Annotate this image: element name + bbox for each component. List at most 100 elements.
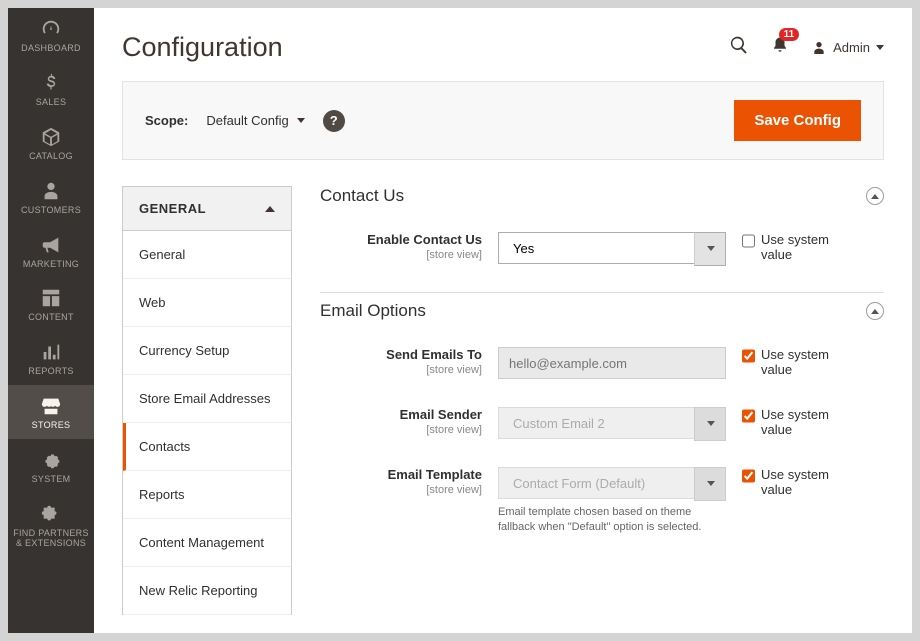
gauge-icon (40, 18, 62, 40)
collapse-icon (866, 302, 884, 320)
use-system-checkbox[interactable] (742, 234, 755, 248)
tab-reports[interactable]: Reports (123, 471, 291, 519)
select-wrap: Yes (498, 232, 726, 264)
tab-list: General Web Currency Setup Store Email A… (122, 231, 292, 615)
nav-dashboard[interactable]: DASHBOARD (8, 8, 94, 62)
section-email-options-header[interactable]: Email Options (320, 301, 884, 333)
nav-sales[interactable]: SALES (8, 62, 94, 116)
use-system-value[interactable]: Use system value (742, 347, 852, 377)
field-label-text: Email Sender (320, 407, 482, 422)
select-wrap: Contact Form (Default) (498, 467, 726, 499)
field-control: Custom Email 2 (498, 407, 726, 439)
field-control: Yes (498, 232, 726, 264)
person-icon (40, 180, 62, 202)
field-email-sender: Email Sender [store view] Custom Email 2 (320, 393, 884, 453)
tab-content-management[interactable]: Content Management (123, 519, 291, 567)
nav-label: STORES (32, 421, 71, 431)
nav-marketing[interactable]: MARKETING (8, 224, 94, 278)
nav-label: CUSTOMERS (21, 206, 81, 216)
field-label: Email Template [store view] (320, 467, 498, 496)
nav-system[interactable]: SYSTEM (8, 439, 94, 493)
scope-selector[interactable]: Default Config (206, 113, 304, 128)
config-content: GENERAL General Web Currency Setup Store… (122, 186, 884, 615)
nav-label: FIND PARTNERS & EXTENSIONS (12, 529, 90, 549)
chevron-down-icon (297, 118, 305, 123)
nav-partners[interactable]: FIND PARTNERS & EXTENSIONS (8, 493, 94, 557)
field-label: Send Emails To [store view] (320, 347, 498, 376)
field-email-template: Email Template [store view] Contact Form… (320, 453, 884, 550)
page-title: Configuration (122, 32, 729, 63)
use-system-label: Use system value (761, 347, 852, 377)
field-label: Enable Contact Us [store view] (320, 232, 498, 261)
tab-group-general[interactable]: GENERAL (122, 186, 292, 231)
layout-icon (40, 287, 62, 309)
section-title: Email Options (320, 301, 426, 321)
chevron-down-icon (876, 45, 884, 50)
nav-customers[interactable]: CUSTOMERS (8, 170, 94, 224)
select-wrap: Custom Email 2 (498, 407, 726, 439)
field-label: Email Sender [store view] (320, 407, 498, 436)
notifications-button[interactable]: 11 (771, 36, 789, 59)
nav-reports[interactable]: REPORTS (8, 331, 94, 385)
field-scope: [store view] (320, 249, 482, 261)
user-icon (811, 40, 827, 56)
nav-label: MARKETING (23, 260, 79, 270)
field-control (498, 347, 726, 379)
scope-label: Scope: (145, 113, 188, 128)
nav-stores[interactable]: STORES (8, 385, 94, 439)
dollar-icon (40, 72, 62, 94)
tab-web[interactable]: Web (123, 279, 291, 327)
tab-contacts[interactable]: Contacts (123, 423, 291, 471)
box-icon (40, 126, 62, 148)
field-note: Email template chosen based on theme fal… (498, 505, 726, 536)
search-icon[interactable] (729, 35, 749, 60)
nav-label: REPORTS (28, 367, 73, 377)
use-system-checkbox[interactable] (742, 349, 755, 363)
field-label-text: Send Emails To (320, 347, 482, 362)
field-label-text: Email Template (320, 467, 482, 482)
nav-label: CONTENT (28, 313, 74, 323)
form-panel: Contact Us Enable Contact Us [store view… (320, 186, 884, 615)
use-system-value[interactable]: Use system value (742, 407, 852, 437)
app-root: DASHBOARD SALES CATALOG CUSTOMERS MARKET… (8, 8, 912, 633)
send-emails-to-input[interactable] (498, 347, 726, 379)
page-header: Configuration 11 Admin (94, 8, 912, 81)
notification-badge: 11 (779, 28, 800, 41)
email-template-select[interactable]: Contact Form (Default) (498, 467, 726, 499)
gear-icon (40, 449, 62, 471)
megaphone-icon (40, 234, 62, 256)
divider (320, 292, 884, 293)
header-actions: 11 Admin (729, 35, 884, 60)
use-system-label: Use system value (761, 232, 852, 262)
user-menu[interactable]: Admin (811, 40, 884, 56)
main-content: Configuration 11 Admin Scope: Default Co… (94, 8, 912, 633)
tab-general[interactable]: General (123, 231, 291, 279)
field-scope: [store view] (320, 364, 482, 376)
field-enable-contact-us: Enable Contact Us [store view] Yes (320, 218, 884, 278)
tab-store-email-addresses[interactable]: Store Email Addresses (123, 375, 291, 423)
user-label: Admin (833, 40, 870, 55)
tab-group-label: GENERAL (139, 201, 206, 216)
enable-contact-us-select[interactable]: Yes (498, 232, 726, 264)
tab-currency-setup[interactable]: Currency Setup (123, 327, 291, 375)
scope-bar: Scope: Default Config ? Save Config (122, 81, 884, 160)
admin-nav: DASHBOARD SALES CATALOG CUSTOMERS MARKET… (8, 8, 94, 633)
nav-catalog[interactable]: CATALOG (8, 116, 94, 170)
use-system-checkbox[interactable] (742, 409, 755, 423)
field-scope: [store view] (320, 424, 482, 436)
nav-label: CATALOG (29, 152, 73, 162)
use-system-value[interactable]: Use system value (742, 467, 852, 497)
nav-label: SYSTEM (32, 475, 71, 485)
nav-content[interactable]: CONTENT (8, 277, 94, 331)
nav-label: SALES (36, 98, 67, 108)
bar-chart-icon (40, 341, 62, 363)
use-system-value[interactable]: Use system value (742, 232, 852, 262)
section-contact-us-header[interactable]: Contact Us (320, 186, 884, 218)
tab-new-relic-reporting[interactable]: New Relic Reporting (123, 567, 291, 615)
email-sender-select[interactable]: Custom Email 2 (498, 407, 726, 439)
help-icon[interactable]: ? (323, 110, 345, 132)
save-config-button[interactable]: Save Config (734, 100, 861, 141)
use-system-checkbox[interactable] (742, 469, 755, 483)
field-label-text: Enable Contact Us (320, 232, 482, 247)
field-scope: [store view] (320, 484, 482, 496)
